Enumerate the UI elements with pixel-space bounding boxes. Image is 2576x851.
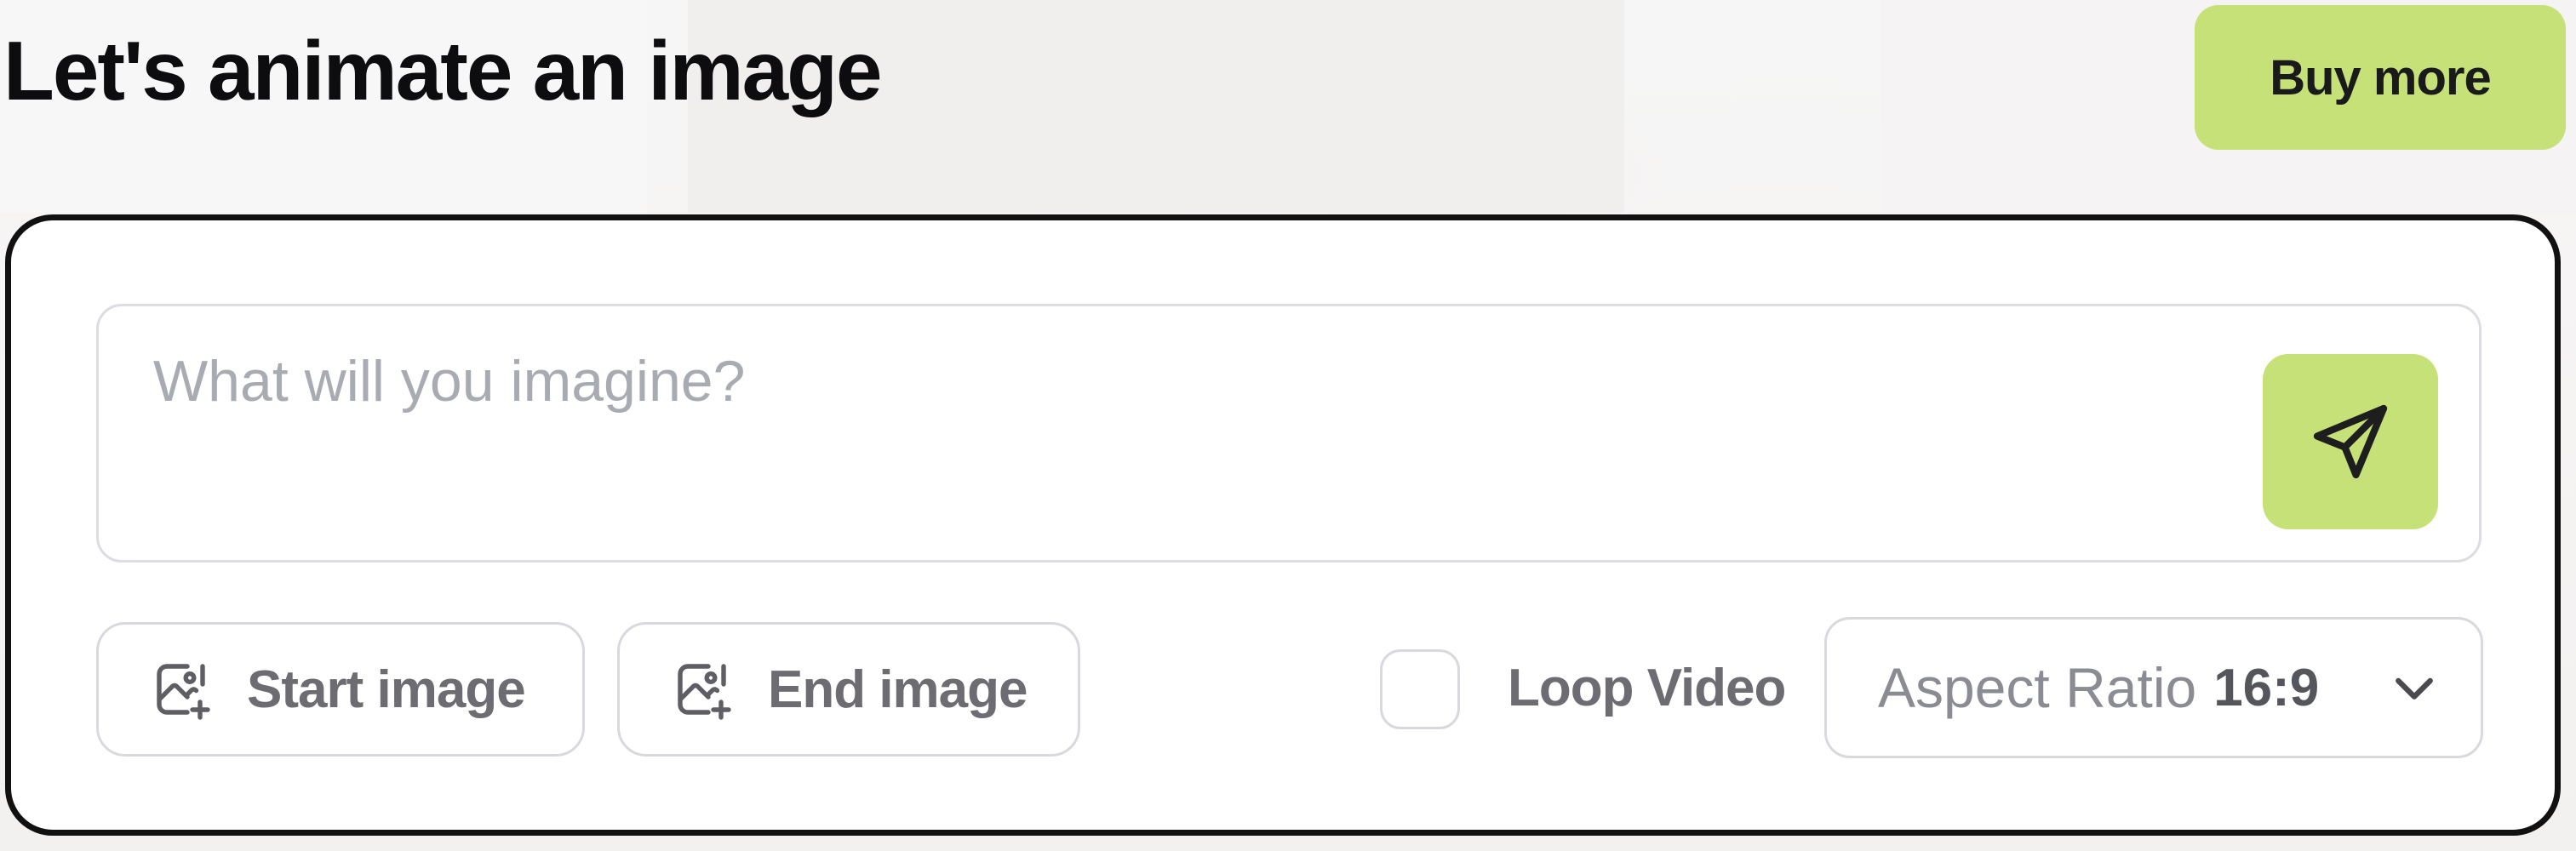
- loop-video-checkbox[interactable]: [1380, 649, 1460, 729]
- animate-composer: Start image End image Loop Video Aspect …: [5, 214, 2561, 836]
- send-button[interactable]: [2263, 354, 2438, 529]
- prompt-box[interactable]: [96, 304, 2482, 563]
- start-image-label: Start image: [247, 660, 526, 719]
- page-title: Let's animate an image: [3, 24, 882, 117]
- loop-video-label: Loop Video: [1508, 659, 1786, 717]
- end-image-label: End image: [768, 660, 1028, 719]
- aspect-ratio-select[interactable]: Aspect Ratio 16:9: [1824, 617, 2483, 758]
- image-add-icon: [152, 659, 213, 720]
- image-add-icon: [673, 659, 734, 720]
- buy-more-button[interactable]: Buy more: [2195, 5, 2566, 150]
- send-paper-plane-icon: [2313, 404, 2388, 479]
- aspect-ratio-value: 16:9: [2213, 658, 2320, 717]
- prompt-input[interactable]: [153, 347, 2281, 415]
- end-image-button[interactable]: End image: [617, 622, 1080, 757]
- aspect-ratio-label: Aspect Ratio: [1878, 656, 2197, 719]
- chevron-down-icon: [2387, 660, 2441, 715]
- start-image-button[interactable]: Start image: [96, 622, 585, 757]
